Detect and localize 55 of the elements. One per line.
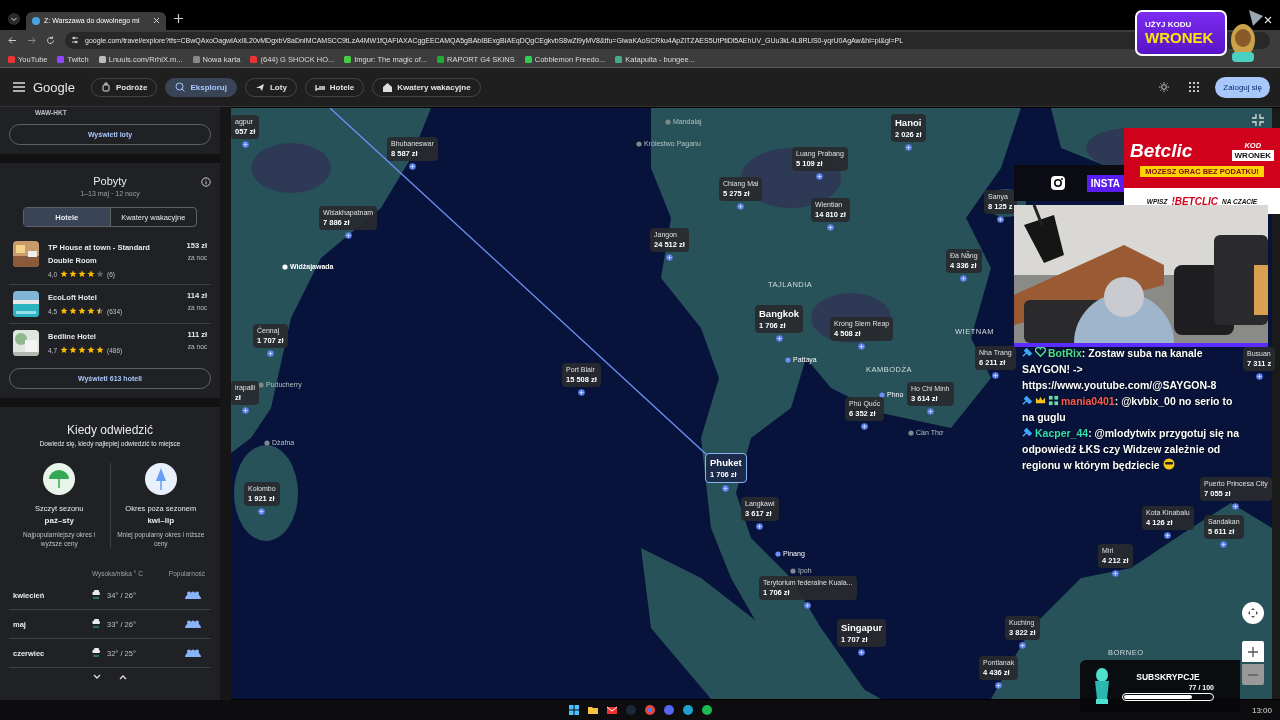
tree-icon [144, 463, 177, 495]
bookmark-favicon-icon [524, 55, 532, 63]
people-icon [185, 649, 201, 657]
menu-icon[interactable] [13, 82, 25, 92]
plane-icon [254, 82, 265, 92]
back-icon[interactable] [8, 35, 17, 45]
bookmark-favicon-icon [437, 55, 445, 63]
season-months: kwi–lip [147, 516, 175, 525]
apps-icon[interactable] [1189, 82, 1200, 92]
people-icon [185, 620, 201, 628]
people-icon [185, 591, 201, 599]
info-icon[interactable] [201, 177, 211, 187]
google-logo: Google [33, 79, 75, 95]
explore-icon [175, 82, 186, 92]
bookmark-favicon-icon [344, 55, 352, 63]
close-icon[interactable] [153, 17, 160, 25]
bookmark-favicon-icon [192, 55, 200, 63]
music-app-icon[interactable] [701, 705, 712, 715]
section-title: Pobyty [93, 175, 127, 187]
rain-cloud-icon [91, 619, 101, 629]
forward-icon[interactable] [27, 35, 36, 45]
rain-cloud-icon [91, 590, 101, 600]
tab-list-button[interactable] [8, 12, 20, 25]
app-icon[interactable] [663, 705, 674, 715]
season-months: paź–sty [44, 516, 74, 525]
nav-tab[interactable]: Eksploruj [165, 77, 237, 97]
app-icon[interactable] [682, 705, 693, 715]
house-icon [382, 82, 393, 92]
bookmark-favicon-icon [8, 55, 15, 63]
globe-icon [32, 16, 40, 25]
windows-icon[interactable] [568, 705, 579, 715]
browser-icon[interactable] [644, 705, 655, 715]
bookmark-favicon-icon [98, 55, 106, 63]
bookmark-favicon-icon [615, 55, 623, 63]
new-tab-icon[interactable] [174, 14, 183, 24]
folder-icon[interactable] [587, 705, 598, 715]
clock-time: 13:00 [1251, 705, 1272, 715]
close-icon[interactable] [1264, 16, 1272, 24]
address-bar[interactable] [65, 31, 1270, 49]
sign-in-button[interactable]: Zaloguj się [1215, 76, 1270, 98]
reload-icon[interactable] [46, 35, 55, 45]
rain-cloud-icon [91, 648, 101, 658]
promo-text: UŻYJ KODU [1145, 19, 1193, 29]
chevron-up-icon[interactable] [119, 674, 127, 680]
promo-code: WRONEK [1145, 28, 1215, 47]
mail-icon[interactable] [606, 705, 617, 715]
bed-icon [314, 82, 325, 92]
section-title: Kiedy odwiedzić [65, 423, 154, 437]
suitcase-icon [100, 82, 111, 92]
chevron-down-icon[interactable] [93, 674, 101, 680]
site-info-icon [71, 36, 79, 45]
bookmark-favicon-icon [250, 55, 258, 63]
umbrella-icon [43, 463, 76, 495]
theme-icon[interactable] [1159, 82, 1170, 92]
bookmark-favicon-icon [57, 55, 65, 63]
